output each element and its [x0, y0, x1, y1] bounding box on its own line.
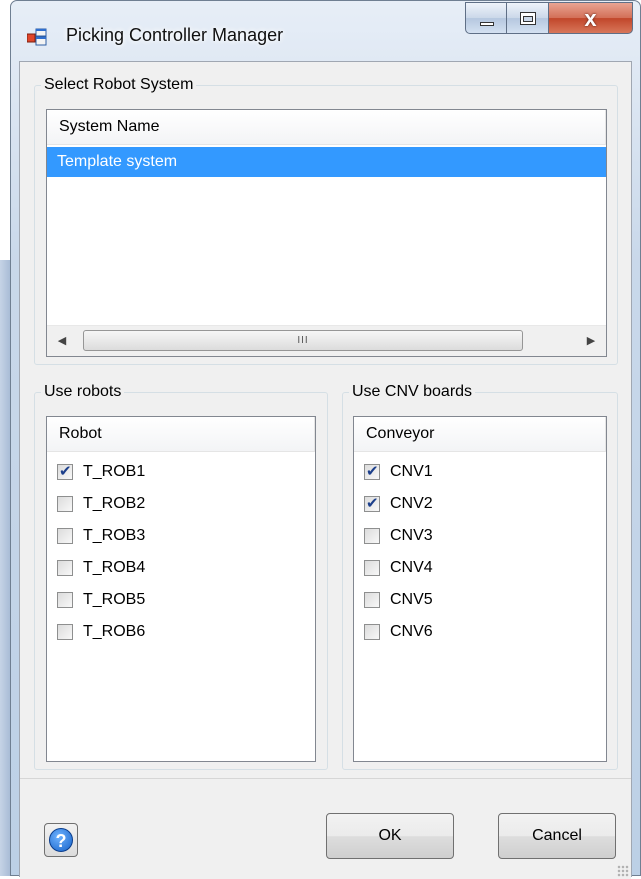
minimize-icon [480, 22, 494, 26]
robot-label: T_ROB5 [83, 591, 146, 608]
checkbox-t-rob3[interactable] [57, 528, 73, 544]
list-item[interactable]: T_ROB6 [47, 616, 315, 648]
system-name-column-header[interactable]: System Name [47, 110, 606, 145]
conveyors-checklist[interactable]: Conveyor CNV1 CNV2 CNV3 [353, 416, 607, 762]
robot-label: T_ROB2 [83, 495, 146, 512]
dialog-client-area: Select Robot System System Name Template… [19, 61, 632, 879]
checkbox-cnv5[interactable] [364, 592, 380, 608]
use-cnv-boards-group: Use CNV boards Conveyor CNV1 CNV2 CNV3 [342, 381, 618, 770]
close-icon: x [584, 6, 597, 31]
conveyor-column-header[interactable]: Conveyor [354, 417, 606, 452]
scroll-right-icon[interactable]: ▶ [576, 326, 606, 356]
list-item[interactable]: T_ROB1 [47, 456, 315, 488]
use-cnv-boards-group-label: Use CNV boards [349, 381, 476, 403]
cancel-button[interactable]: Cancel [498, 813, 616, 859]
use-robots-group-label: Use robots [41, 381, 125, 403]
list-item[interactable]: CNV5 [354, 584, 606, 616]
checkbox-cnv2[interactable] [364, 494, 380, 512]
app-icon [26, 28, 47, 46]
conveyor-label: CNV3 [390, 527, 433, 544]
list-item[interactable]: T_ROB3 [47, 520, 315, 552]
robot-label: T_ROB4 [83, 559, 146, 576]
button-bar: ? OK Cancel [20, 778, 631, 879]
close-button[interactable]: x [549, 2, 633, 34]
robot-label: T_ROB3 [83, 527, 146, 544]
robot-label: T_ROB6 [83, 623, 146, 640]
resize-grip-icon[interactable] [617, 865, 629, 877]
horizontal-scrollbar[interactable]: ◀ III ▶ [47, 325, 606, 356]
caption-buttons: x [465, 2, 633, 34]
window-title: Picking Controller Manager [66, 25, 284, 45]
checkbox-t-rob5[interactable] [57, 592, 73, 608]
list-item[interactable]: T_ROB4 [47, 552, 315, 584]
checkbox-cnv6[interactable] [364, 624, 380, 640]
robot-column-header[interactable]: Robot [47, 417, 315, 452]
conveyor-label: CNV6 [390, 623, 433, 640]
list-item[interactable]: CNV6 [354, 616, 606, 648]
scrollbar-thumb[interactable]: III [83, 330, 523, 351]
ok-button[interactable]: OK [326, 813, 454, 859]
help-button[interactable]: ? [44, 823, 78, 857]
title-bar[interactable]: Picking Controller Manager x [11, 1, 640, 61]
conveyor-label: CNV2 [390, 495, 433, 512]
use-robots-group: Use robots Robot T_ROB1 T_ROB2 T_ROB3 [34, 381, 328, 770]
list-item[interactable]: T_ROB5 [47, 584, 315, 616]
list-item[interactable]: T_ROB2 [47, 488, 315, 520]
list-item[interactable]: CNV2 [354, 488, 606, 520]
checkbox-t-rob1[interactable] [57, 462, 73, 480]
dialog-window: Picking Controller Manager x Select Robo… [10, 0, 641, 879]
checkbox-cnv4[interactable] [364, 560, 380, 576]
robot-system-group-label: Select Robot System [41, 74, 197, 96]
help-icon: ? [49, 828, 73, 852]
conveyor-label: CNV5 [390, 591, 433, 608]
list-item-selected[interactable]: Template system [47, 147, 606, 177]
checkbox-cnv3[interactable] [364, 528, 380, 544]
robots-checklist[interactable]: Robot T_ROB1 T_ROB2 T_ROB3 [46, 416, 316, 762]
background-window-edge [0, 260, 10, 876]
conveyor-label: CNV4 [390, 559, 433, 576]
list-item[interactable]: CNV4 [354, 552, 606, 584]
checkbox-cnv1[interactable] [364, 462, 380, 480]
checkbox-t-rob2[interactable] [57, 496, 73, 512]
list-item[interactable]: CNV1 [354, 456, 606, 488]
minimize-button[interactable] [465, 2, 507, 34]
list-item[interactable]: CNV3 [354, 520, 606, 552]
maximize-icon [520, 12, 536, 25]
robot-system-group: Select Robot System System Name Template… [34, 74, 618, 365]
checkbox-t-rob4[interactable] [57, 560, 73, 576]
checkbox-t-rob6[interactable] [57, 624, 73, 640]
scroll-left-icon[interactable]: ◀ [47, 326, 77, 356]
maximize-button[interactable] [507, 2, 549, 34]
robot-label: T_ROB1 [83, 463, 146, 480]
robot-system-list[interactable]: System Name Template system ◀ III ▶ [46, 109, 607, 357]
conveyor-label: CNV1 [390, 463, 433, 480]
